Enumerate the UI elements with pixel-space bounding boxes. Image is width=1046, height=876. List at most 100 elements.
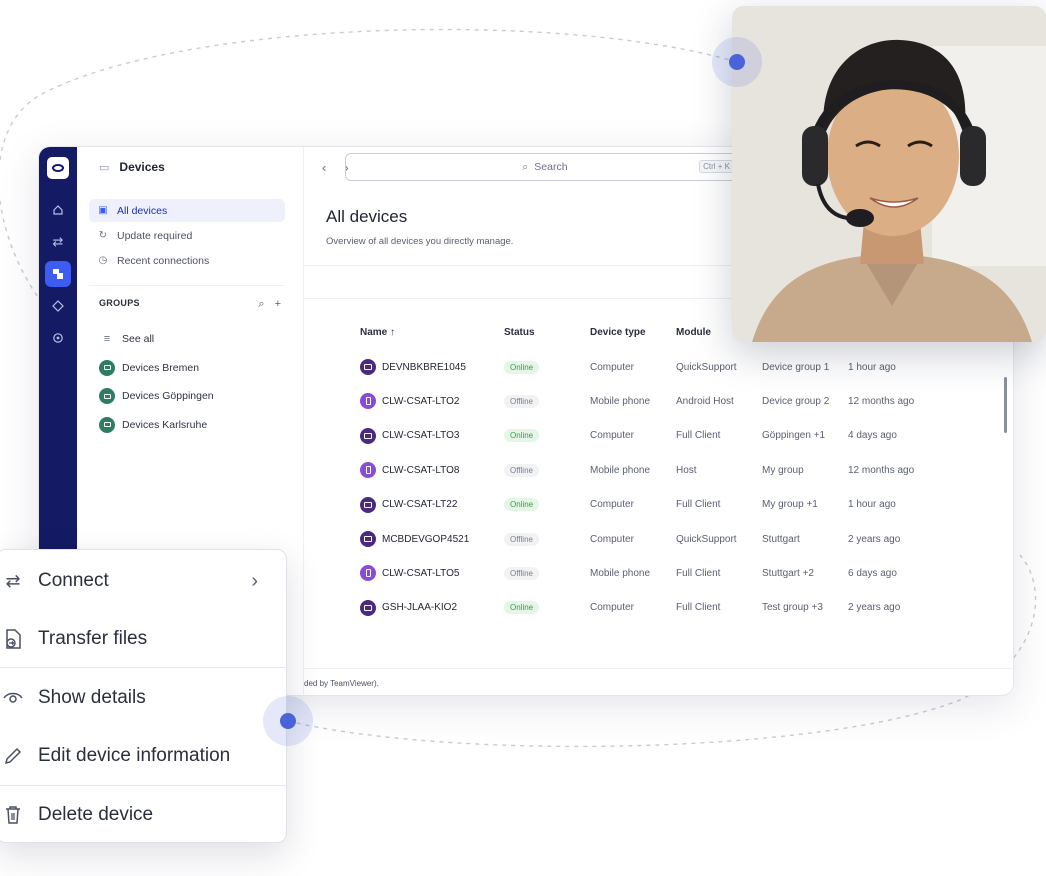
table-row[interactable]: DEVNBKBRE1045 Online Computer QuickSupport D… — [304, 350, 1013, 384]
status-badge: Offline — [504, 566, 539, 580]
pencil-icon — [2, 746, 24, 766]
see-all-label: See all — [122, 333, 155, 346]
cell-name: GSH-JLAA-KIO2 — [360, 591, 457, 625]
cell-last: 6 days ago — [848, 567, 897, 579]
device-name: GSH-JLAA-KIO2 — [382, 602, 458, 614]
sidebar-item-recent-connections[interactable]: ◷ Recent connections — [89, 249, 285, 272]
cell-group: My group +1 — [762, 499, 818, 511]
chevron-right-icon: › — [251, 569, 258, 592]
column-header-module[interactable]: Module — [676, 327, 711, 338]
groups-header: GROUPS ⌕ + — [77, 286, 303, 311]
device-name: CLW-CSAT-LTO2 — [382, 395, 460, 407]
search-icon: ⌕ — [522, 160, 529, 173]
table-row[interactable]: CLW-CSAT-LTO2 Offline Mobile phone Android … — [304, 384, 1013, 418]
group-label: Devices Göppingen — [122, 390, 214, 403]
menu-item-show-details[interactable]: Show details — [0, 669, 286, 727]
menu-item-label: Show details — [38, 687, 146, 708]
column-header-name[interactable]: Name ↑ — [360, 327, 395, 338]
trash-icon — [2, 805, 24, 825]
panel-icon[interactable]: ▭ — [99, 161, 109, 174]
sidebar-item-label: Update required — [117, 229, 193, 242]
mobile-device-icon — [360, 393, 376, 410]
menu-item-transfer-files[interactable]: Transfer files — [0, 610, 286, 668]
group-item[interactable]: Devices Göppingen — [99, 382, 303, 411]
list-icon: ≡ — [103, 333, 111, 346]
cell-type: Mobile phone — [590, 395, 651, 407]
menu-item-edit-device-information[interactable]: Edit device information — [0, 727, 286, 785]
cell-type: Computer — [590, 533, 634, 545]
group-item[interactable]: Devices Bremen — [99, 354, 303, 383]
table-scrollbar[interactable] — [1004, 377, 1007, 433]
cell-group: Device group 1 — [762, 361, 830, 373]
computer-device-icon — [360, 427, 376, 444]
devices-rail-icon[interactable] — [45, 261, 71, 287]
cell-type: Computer — [590, 361, 634, 373]
device-name: CLW-CSAT-LTO3 — [382, 430, 460, 442]
cell-module: QuickSupport — [676, 361, 737, 373]
back-arrow-icon[interactable]: ‹ — [322, 160, 326, 175]
computer-device-icon — [360, 359, 376, 375]
cell-name: DEVNBKBRE1045 — [360, 350, 466, 384]
cell-type: Computer — [590, 430, 634, 442]
status-badge: Online — [504, 601, 540, 615]
cell-last: 4 days ago — [848, 430, 897, 442]
device-name: CLW-CSAT-LT22 — [382, 499, 458, 511]
table-row[interactable]: MCBDEVGOP4521 Offline Computer QuickSupport… — [304, 522, 1013, 556]
status-badge: Offline — [504, 463, 539, 477]
devices-icon: ▣ — [98, 205, 108, 216]
group-icon — [99, 359, 115, 376]
search-input[interactable]: ⌕ Search Ctrl + K — [345, 153, 745, 181]
table-row[interactable]: CLW-CSAT-LTO5 Offline Mobile phone Full Cli… — [304, 556, 1013, 590]
group-item[interactable]: Devices Karlsruhe — [99, 411, 303, 440]
add-group-icon[interactable]: + — [275, 298, 281, 311]
cell-status: Online — [504, 419, 540, 453]
footer-note: ded by TeamViewer). — [304, 679, 379, 688]
cell-module: Full Client — [676, 567, 721, 579]
group-search-icon[interactable]: ⌕ — [258, 298, 264, 311]
table-row[interactable]: CLW-CSAT-LTO3 Online Computer Full Client Gö… — [304, 419, 1013, 453]
status-badge: Offline — [504, 532, 539, 546]
device-context-menu: ⇄ Connect › Transfer files Show details … — [0, 549, 287, 843]
menu-item-label: Delete device — [38, 804, 154, 825]
connect-icon[interactable]: ⇄ — [45, 229, 71, 255]
menu-item-label: Transfer files — [38, 628, 148, 649]
sidebar-header: ▭ Devices — [77, 147, 303, 187]
cell-name: CLW-CSAT-LTO2 — [360, 384, 459, 418]
sidebar-item-see-all[interactable]: ≡ See all — [99, 325, 303, 354]
column-header-status[interactable]: Status — [504, 327, 535, 338]
sidebar-item-update-required[interactable]: ↻ Update required — [89, 224, 285, 247]
search-placeholder: Search — [534, 161, 568, 173]
cell-module: Full Client — [676, 602, 721, 614]
menu-item-delete-device[interactable]: Delete device — [0, 786, 286, 844]
support-agent-photo — [732, 6, 1046, 342]
column-header-device-type[interactable]: Device type — [590, 327, 646, 338]
cell-type: Mobile phone — [590, 567, 651, 579]
teamviewer-logo-icon[interactable] — [47, 157, 69, 179]
cell-status: Online — [504, 350, 540, 384]
settings-icon[interactable] — [45, 325, 71, 351]
eye-icon — [2, 691, 24, 705]
sidebar-item-all-devices[interactable]: ▣ All devices — [89, 199, 285, 222]
status-badge: Offline — [504, 394, 539, 408]
cell-type: Mobile phone — [590, 464, 651, 476]
tag-icon[interactable] — [45, 293, 71, 319]
group-icon — [99, 388, 115, 405]
group-list: ≡ See all Devices Bremen Devices Göpping… — [77, 311, 303, 439]
groups-tools: ⌕ + — [258, 298, 281, 311]
cell-name: CLW-CSAT-LT22 — [360, 488, 457, 522]
menu-item-connect[interactable]: ⇄ Connect › — [0, 552, 286, 610]
home-icon[interactable] — [45, 197, 71, 223]
sidebar-item-label: All devices — [117, 204, 168, 217]
cell-last: 2 years ago — [848, 533, 901, 545]
cell-status: Online — [504, 488, 540, 522]
table-row[interactable]: GSH-JLAA-KIO2 Online Computer Full Client Te… — [304, 591, 1013, 625]
device-name: DEVNBKBRE1045 — [382, 361, 466, 373]
cell-status: Online — [504, 591, 540, 625]
page-subtitle: Overview of all devices you directly man… — [326, 236, 514, 247]
cell-last: 1 hour ago — [848, 361, 896, 373]
table-row[interactable]: CLW-CSAT-LT22 Online Computer Full Client My… — [304, 488, 1013, 522]
mobile-device-icon — [360, 462, 376, 479]
table-row[interactable]: CLW-CSAT-LTO8 Offline Mobile phone Host My g… — [304, 453, 1013, 487]
sidebar-nav: ▣ All devices ↻ Update required ◷ Recent… — [77, 187, 303, 286]
cell-name: CLW-CSAT-LTO8 — [360, 453, 459, 487]
